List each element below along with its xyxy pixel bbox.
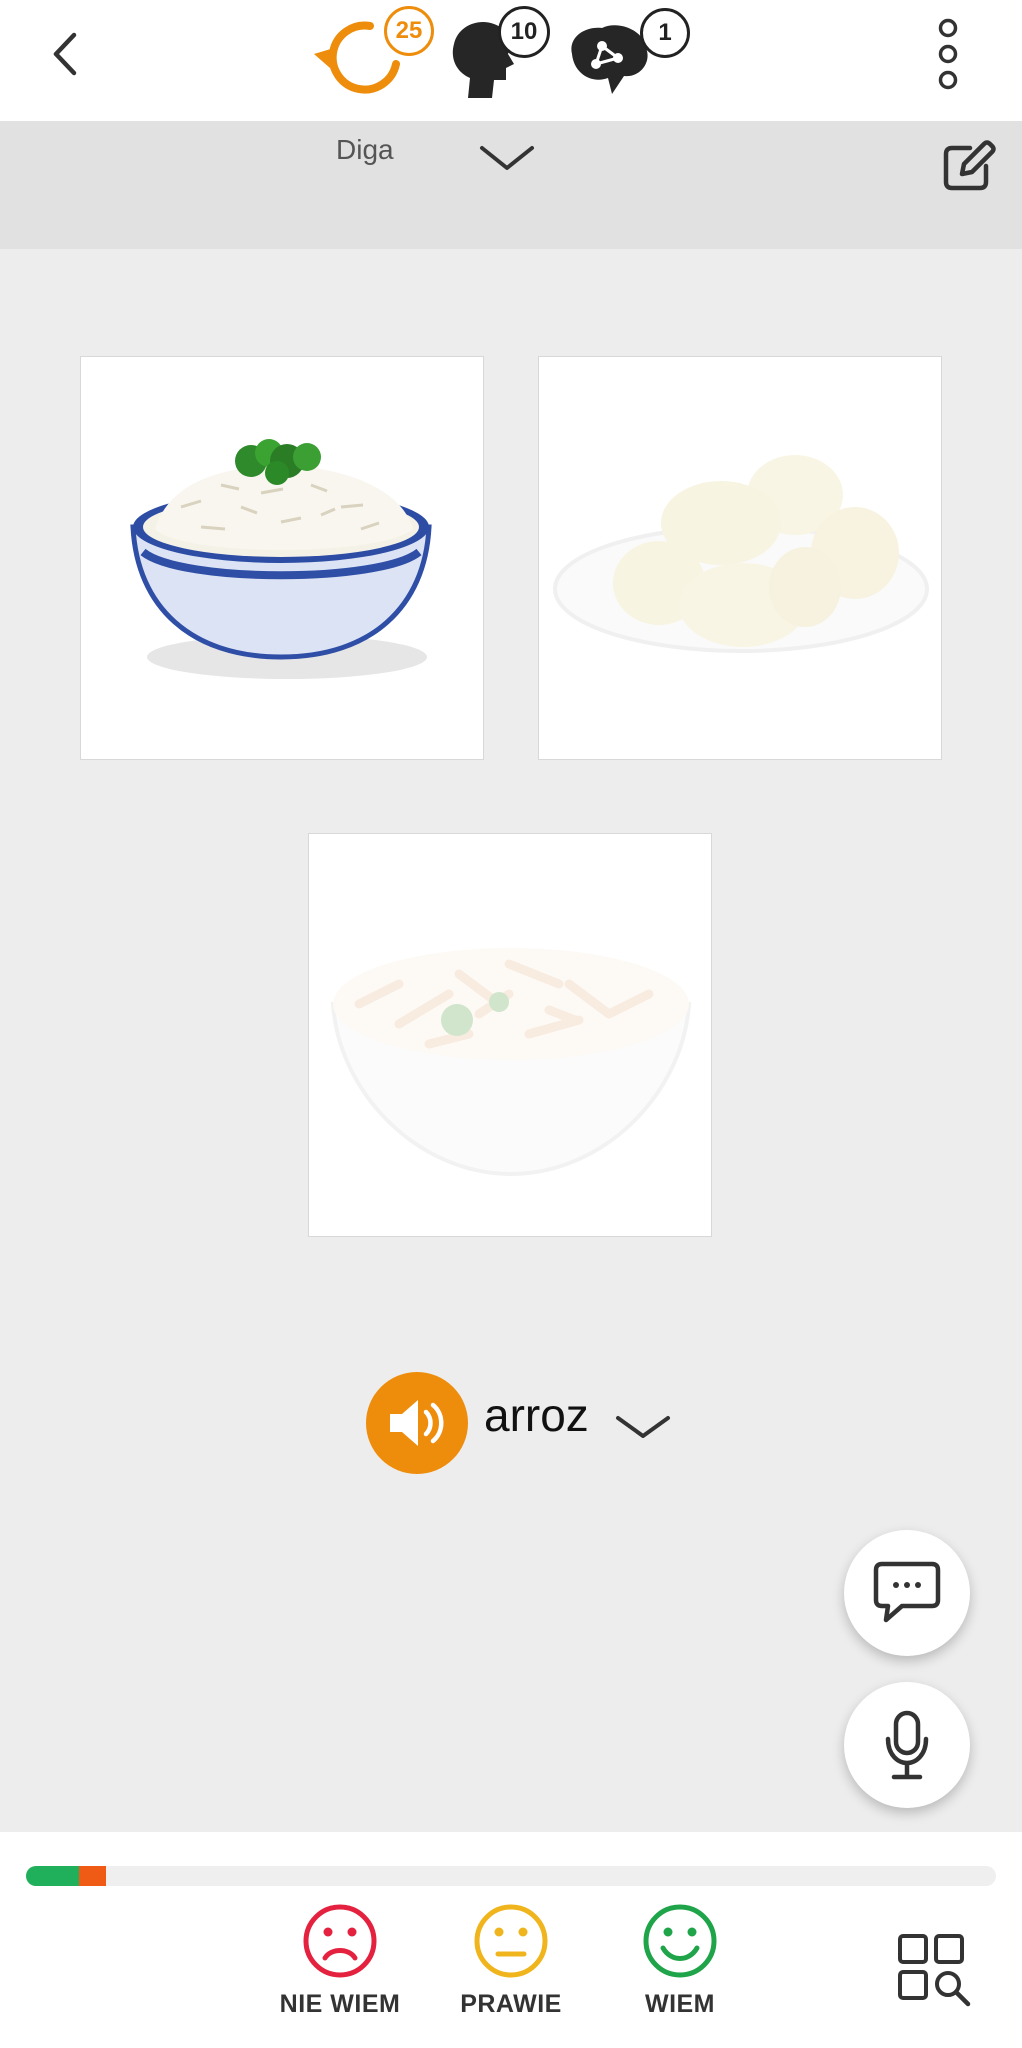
progress-known-segment <box>26 1866 80 1886</box>
know-button[interactable]: WIEM <box>605 1898 755 2028</box>
grid-search-icon <box>898 1934 971 2007</box>
image-option-rice[interactable] <box>80 356 484 760</box>
chevron-down-icon <box>616 1416 670 1438</box>
microphone-button[interactable] <box>844 1682 970 1808</box>
learned-count-badge: 10 <box>498 6 550 58</box>
microphone-icon <box>885 1710 929 1780</box>
dont-know-label: NIE WIEM <box>279 1990 401 2018</box>
image-option-potatoes[interactable] <box>538 356 942 760</box>
rice-bowl-image <box>130 439 432 679</box>
word-dropdown[interactable] <box>614 1410 672 1449</box>
image-option-pasta[interactable] <box>308 833 712 1237</box>
vertical-dots-icon <box>938 18 958 90</box>
chat-button[interactable] <box>844 1530 970 1656</box>
mode-dropdown[interactable] <box>478 142 536 181</box>
edit-button[interactable] <box>940 138 996 194</box>
almost-button[interactable]: PRAWIE <box>436 1898 586 2028</box>
happy-face-icon <box>643 1904 717 1978</box>
know-label: WIEM <box>644 1990 716 2018</box>
mode-bar <box>0 121 1022 249</box>
browse-grid-button[interactable] <box>896 1932 972 2008</box>
network-count-badge: 1 <box>640 8 690 58</box>
dont-know-button[interactable]: NIE WIEM <box>265 1898 415 2028</box>
pasta-bowl-image <box>330 948 692 1177</box>
potatoes-image <box>553 455 929 653</box>
network-counter[interactable]: 1 <box>562 6 692 96</box>
more-menu-button[interactable] <box>928 18 968 92</box>
chevron-down-icon <box>480 146 534 170</box>
chevron-left-icon <box>53 32 77 76</box>
back-button[interactable] <box>40 24 90 84</box>
progress-bar <box>26 1866 996 1886</box>
edit-icon <box>943 140 996 191</box>
speaker-icon <box>390 1400 444 1446</box>
progress-unknown-segment <box>79 1866 106 1886</box>
chat-bubble-icon <box>873 1561 941 1623</box>
neutral-face-icon <box>474 1904 548 1978</box>
review-counter[interactable]: 25 <box>310 6 436 96</box>
target-word: arroz <box>484 1389 589 1441</box>
learned-counter[interactable]: 10 <box>448 6 552 98</box>
play-audio-button[interactable] <box>366 1372 468 1474</box>
sad-face-icon <box>303 1904 377 1978</box>
almost-label: PRAWIE <box>460 1990 562 2018</box>
brain-network-icon <box>571 25 648 95</box>
mode-label[interactable]: Diga <box>336 134 394 166</box>
review-count-badge: 25 <box>384 6 434 56</box>
